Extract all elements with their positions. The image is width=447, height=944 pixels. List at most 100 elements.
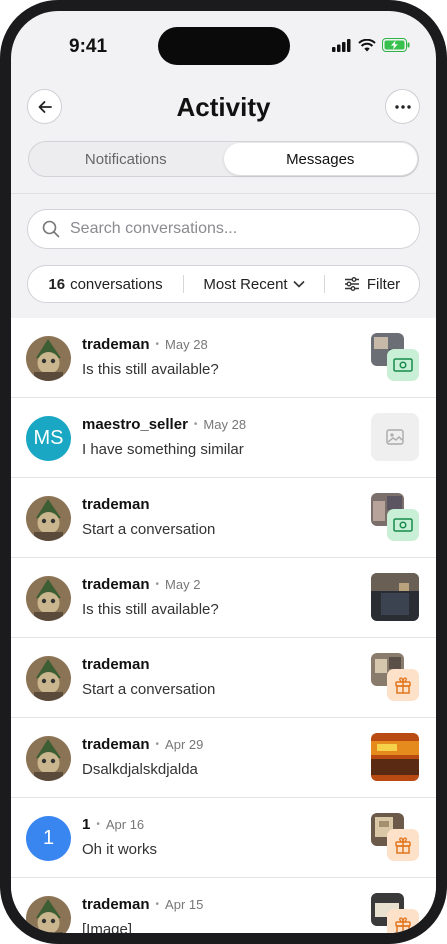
- conversation-count: 16 conversations: [28, 276, 183, 293]
- header-divider: [11, 193, 436, 194]
- avatar: [26, 496, 71, 541]
- gift-badge: [387, 909, 419, 933]
- conversation-row[interactable]: trademan Start a conversation: [11, 638, 436, 718]
- trade-badge: [387, 509, 419, 541]
- conversation-row[interactable]: trademan • May 28 Is this still availabl…: [11, 318, 436, 398]
- search-input[interactable]: [68, 219, 419, 239]
- listing-thumbnail: [371, 653, 419, 701]
- separator-dot: •: [96, 819, 100, 830]
- listing-thumbnail: [371, 893, 419, 933]
- listing-thumbnail: [371, 493, 419, 541]
- name-line: trademan • May 2: [82, 576, 200, 593]
- avatar: [26, 336, 71, 381]
- gift-icon: [395, 677, 411, 694]
- search-bar: [27, 209, 420, 249]
- separator-dot: •: [193, 419, 198, 430]
- gift-badge: [387, 829, 419, 861]
- conversation-count-label: conversations: [70, 275, 163, 293]
- list-toolbar: 16 conversations Most Recent Filter: [27, 265, 420, 303]
- sliders-icon: [344, 277, 359, 291]
- image-placeholder-icon: [386, 429, 404, 445]
- page-title: Activity: [176, 92, 271, 122]
- message-preview: Start a conversation: [82, 681, 216, 698]
- gift-badge: [387, 669, 419, 701]
- listing-thumbnail: [371, 333, 419, 381]
- separator-dot: •: [155, 339, 160, 350]
- conversation-list: trademan • May 28 Is this still availabl…: [11, 318, 436, 933]
- message-preview: Is this still available?: [82, 601, 219, 618]
- contact-name: trademan: [82, 896, 150, 913]
- message-preview: [Image]: [82, 921, 133, 938]
- message-date: May 28: [203, 417, 247, 432]
- separator-dot: •: [155, 579, 160, 590]
- contact-name: trademan: [82, 736, 150, 753]
- name-line: trademan: [82, 656, 150, 673]
- listing-thumbnail: [371, 813, 419, 861]
- avatar: [26, 576, 71, 621]
- contact-name: maestro_seller: [82, 416, 188, 433]
- message-preview: Is this still available?: [82, 361, 219, 378]
- name-line: trademan • Apr 29: [82, 736, 203, 753]
- listing-thumbnail: [371, 573, 419, 621]
- status-icons: [332, 38, 410, 52]
- sort-label: Most Recent: [203, 275, 288, 293]
- tab-notifications[interactable]: Notifications: [29, 142, 223, 176]
- message-date: Apr 16: [105, 817, 145, 832]
- avatar: 1: [26, 816, 71, 861]
- name-line: trademan: [82, 496, 150, 513]
- avatar: [26, 656, 71, 701]
- more-button[interactable]: [385, 89, 420, 124]
- conversation-row[interactable]: trademan • Apr 15 [Image]: [11, 878, 436, 938]
- separator-dot: •: [155, 899, 160, 910]
- contact-name: trademan: [82, 496, 150, 513]
- listing-image: [371, 573, 419, 621]
- contact-name: 1: [82, 816, 91, 833]
- contact-name: trademan: [82, 336, 150, 353]
- sort-dropdown[interactable]: Most Recent: [184, 276, 324, 293]
- cash-icon: [393, 518, 413, 532]
- name-line: trademan • Apr 15: [82, 896, 203, 913]
- dynamic-island: [158, 27, 290, 65]
- conversation-count-number: 16: [48, 275, 66, 293]
- conversation-row[interactable]: trademan Start a conversation: [11, 478, 436, 558]
- listing-thumbnail: [371, 733, 419, 781]
- conversation-row[interactable]: MS maestro_seller • May 28 I have someth…: [11, 398, 436, 478]
- status-time: 9:41: [69, 36, 108, 57]
- phone-frame: 9:41 Activity Notifications Messages 16 …: [0, 0, 447, 944]
- signal-icon: [332, 38, 351, 52]
- gift-icon: [395, 837, 411, 854]
- filter-label: Filter: [366, 275, 401, 293]
- conversation-row[interactable]: trademan • Apr 29 Dsalkdjalskdjalda: [11, 718, 436, 798]
- more-horizontal-icon: [394, 104, 411, 109]
- message-preview: Dsalkdjalskdjalda: [82, 761, 198, 778]
- name-line: 1 • Apr 16: [82, 816, 144, 833]
- separator-dot: •: [155, 739, 160, 750]
- search-icon: [42, 220, 60, 238]
- avatar: [26, 896, 71, 933]
- listing-thumbnail: [371, 413, 419, 461]
- name-line: maestro_seller • May 28: [82, 416, 246, 433]
- filter-button[interactable]: Filter: [325, 276, 419, 293]
- message-preview: Oh it works: [82, 841, 158, 858]
- tab-messages[interactable]: Messages: [223, 143, 417, 175]
- message-date: May 2: [165, 577, 201, 592]
- message-date: Apr 29: [165, 737, 204, 752]
- message-date: May 28: [165, 337, 208, 352]
- contact-name: trademan: [82, 656, 150, 673]
- name-line: trademan • May 28: [82, 336, 208, 353]
- conversation-row[interactable]: trademan • May 2 Is this still available…: [11, 558, 436, 638]
- gift-icon: [395, 917, 411, 933]
- chevron-down-icon: [293, 280, 305, 288]
- listing-image: [371, 733, 419, 781]
- message-date: Apr 15: [165, 897, 204, 912]
- trade-badge: [387, 349, 419, 381]
- avatar: [26, 736, 71, 781]
- message-preview: I have something similar: [82, 441, 244, 458]
- wifi-icon: [358, 38, 376, 51]
- segmented-tabs: Notifications Messages: [28, 141, 419, 177]
- avatar: MS: [26, 416, 71, 461]
- conversation-row[interactable]: 1 1 • Apr 16 Oh it works: [11, 798, 436, 878]
- message-preview: Start a conversation: [82, 521, 216, 538]
- header: Activity: [11, 87, 436, 131]
- contact-name: trademan: [82, 576, 150, 593]
